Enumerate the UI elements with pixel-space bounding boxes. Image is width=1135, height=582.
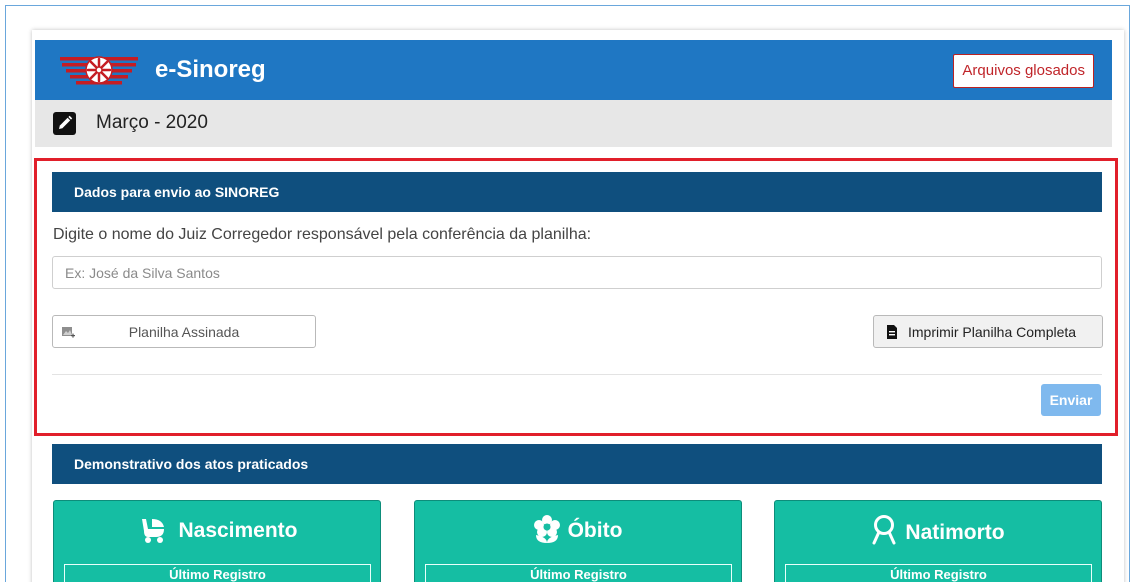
tile-subtitle: Último Registro [64, 564, 371, 582]
print-sheet-label: Imprimir Planilha Completa [908, 324, 1077, 340]
tile-natimorto[interactable]: Natimorto Último Registro [774, 500, 1102, 582]
demonstrativo-section-header: Demonstrativo dos atos praticados [52, 444, 1102, 484]
tile-subtitle: Último Registro [785, 564, 1092, 582]
tile-obito[interactable]: Óbito Último Registro [414, 500, 742, 582]
tile-subtitle: Último Registro [425, 564, 732, 582]
tile-title: Natimorto [905, 521, 1005, 544]
signed-sheet-label: Planilha Assinada [128, 324, 240, 340]
tile-title: Nascimento [178, 519, 298, 542]
period-bar: Março - 2020 [35, 100, 1112, 147]
stroller-icon [142, 519, 165, 543]
file-pdf-icon [887, 325, 897, 339]
signed-sheet-file-input[interactable]: Planilha Assinada [52, 315, 316, 348]
period-title: Março - 2020 [96, 112, 208, 133]
archived-files-button[interactable]: Arquivos glosados [953, 54, 1094, 88]
judge-name-input[interactable] [52, 256, 1102, 289]
send-button[interactable]: Enviar [1041, 384, 1101, 416]
top-bar: e-Sinoreg Arquivos glosados [35, 40, 1112, 100]
edit-icon[interactable] [53, 112, 76, 135]
tile-title: Óbito [567, 519, 623, 542]
brand-title: e-Sinoreg [155, 56, 266, 83]
judge-prompt: Digite o nome do Juiz Corregedor respons… [53, 226, 592, 243]
flower-icon [533, 515, 560, 543]
submission-section-header: Dados para envio ao SINOREG [52, 172, 1102, 212]
ribbon-icon [872, 515, 896, 545]
section-divider [52, 374, 1102, 375]
sinoreg-logo [60, 56, 138, 85]
tile-nascimento[interactable]: Nascimento Último Registro [53, 500, 381, 582]
print-sheet-button[interactable]: Imprimir Planilha Completa [873, 315, 1103, 348]
